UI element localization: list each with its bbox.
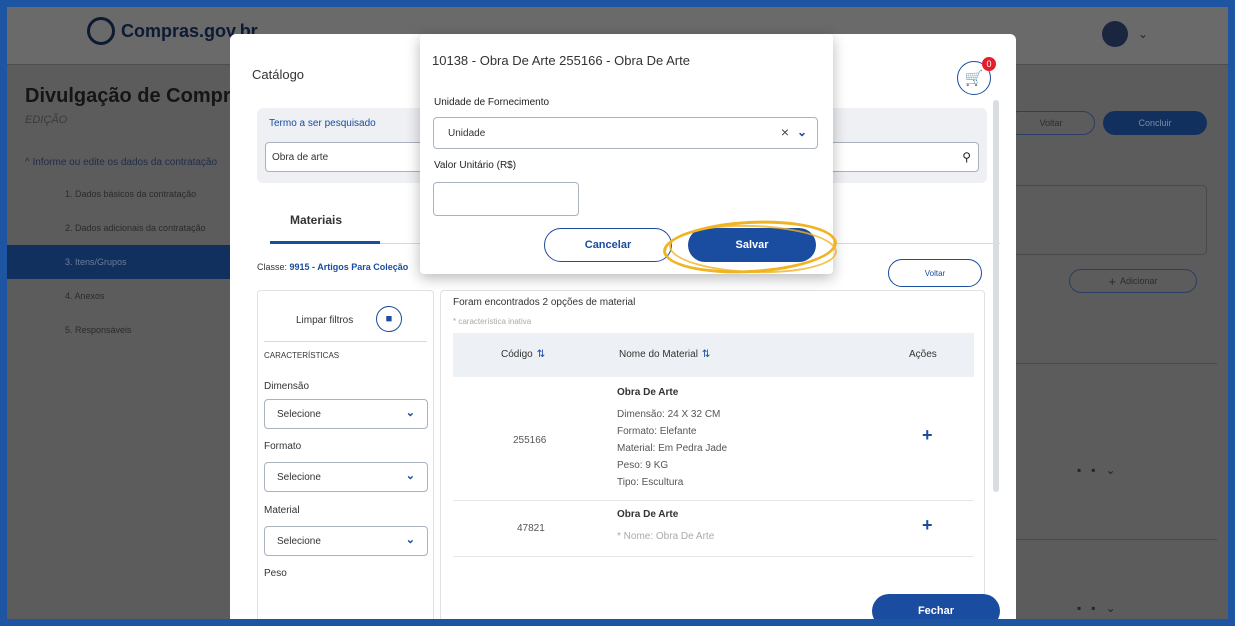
- modal-title: Catálogo: [252, 67, 305, 82]
- logo-icon: [87, 17, 115, 45]
- filter-label-dimensao: Dimensão: [264, 381, 310, 392]
- chevron-down-icon: ⌄: [405, 534, 415, 546]
- popover-title: 10138 - Obra De Arte 255166 - Obra De Ar…: [432, 53, 690, 68]
- bg-adicionar-button[interactable]: + Adicionar: [1069, 269, 1197, 293]
- clear-filters-label[interactable]: Limpar filtros: [296, 315, 353, 326]
- classe-prefix: Classe:: [257, 262, 288, 272]
- row-material: Obra De Arte Dimensão: 24 X 32 CM Format…: [617, 387, 727, 491]
- classe-info: Classe: 9915 - Artigos Para Coleção: [257, 262, 408, 272]
- column-header-nome[interactable]: Nome do Material ⇅: [619, 349, 710, 360]
- add-material-plus-icon[interactable]: +: [922, 425, 933, 446]
- nav-item-itens-grupos[interactable]: 3. Itens/Grupos: [7, 245, 230, 279]
- results-note: * característica inativa: [453, 317, 532, 326]
- bg-voltar-button[interactable]: Voltar: [1007, 111, 1095, 135]
- material-name: Obra De Arte: [617, 387, 679, 398]
- nav-item-dados-basicos[interactable]: 1. Dados básicos da contratação: [25, 177, 230, 211]
- column-header-codigo[interactable]: Código ⇅: [501, 349, 545, 360]
- classe-value[interactable]: 9915 - Artigos Para Coleção: [290, 262, 409, 272]
- user-menu[interactable]: ⌄: [1101, 21, 1148, 47]
- trash-icon[interactable]: ■: [376, 306, 402, 332]
- close-button[interactable]: Fechar: [872, 594, 1000, 619]
- material-detail: Peso: 9 KG: [617, 460, 669, 471]
- modal-scrollbar[interactable]: [993, 100, 999, 492]
- results-count: Foram encontrados 2 opções de material: [453, 297, 636, 308]
- page-title: Divulgação de Compra: [25, 85, 242, 107]
- unit-price-input[interactable]: [433, 182, 579, 216]
- chevron-down-icon: ⌄: [405, 470, 415, 482]
- table-header: Código ⇅ Nome do Material ⇅ Ações: [453, 333, 974, 377]
- divider: [1007, 539, 1217, 540]
- filter-select-value: Selecione: [277, 471, 321, 483]
- filter-label-material: Material: [264, 505, 300, 516]
- material-detail: Formato: Elefante: [617, 426, 697, 437]
- material-detail: Material: Em Pedra Jade: [617, 443, 728, 454]
- filter-select-dimensao[interactable]: Selecione ⌄: [264, 399, 428, 429]
- column-header-label: Código: [501, 349, 533, 360]
- tab-active-indicator: [270, 241, 380, 244]
- characteristics-header: CARACTERÍSTICAS: [264, 351, 340, 360]
- filter-select-formato[interactable]: Selecione ⌄: [264, 462, 428, 492]
- table-row: 255166 Obra De Arte Dimensão: 24 X 32 CM…: [453, 377, 974, 501]
- clear-icon[interactable]: ×: [781, 124, 789, 140]
- user-avatar-icon[interactable]: [1101, 21, 1128, 47]
- voltar-button[interactable]: Voltar: [888, 259, 982, 287]
- row-code: 255166: [513, 435, 547, 446]
- sidebar-nav: 1. Dados básicos da contratação 2. Dados…: [7, 177, 230, 347]
- bg-info-card: [1007, 185, 1207, 255]
- search-label: Termo a ser pesquisado: [269, 118, 376, 129]
- nav-item-anexos[interactable]: 4. Anexos: [25, 279, 230, 313]
- divider: [1007, 363, 1217, 364]
- cancel-button[interactable]: Cancelar: [544, 228, 672, 262]
- row-material: Obra De Arte * Nome: Obra De Arte: [617, 509, 714, 545]
- material-detail: * Nome: Obra De Arte: [617, 531, 715, 542]
- search-icon[interactable]: ⚲: [962, 150, 971, 164]
- filter-label-peso: Peso: [264, 568, 287, 579]
- chevron-down-icon[interactable]: ⌄: [797, 125, 807, 139]
- section-label: Informe ou edite os dados da contratação: [32, 157, 218, 168]
- bg-adicionar-label: Adicionar: [1120, 276, 1158, 286]
- material-detail: Dimensão: 24 X 32 CM: [617, 409, 721, 420]
- table-row: 47821 Obra De Arte * Nome: Obra De Arte …: [453, 501, 974, 557]
- material-name: Obra De Arte: [617, 509, 679, 520]
- nav-item-dados-adicionais[interactable]: 2. Dados adicionais da contratação: [25, 211, 230, 245]
- tab-materiais[interactable]: Materiais: [290, 213, 342, 227]
- sort-icon[interactable]: ⇅: [537, 349, 545, 360]
- chevron-down-icon: ⌄: [405, 407, 415, 419]
- unit-select-value: Unidade: [448, 127, 486, 139]
- section-toggle[interactable]: ^ Informe ou edite os dados da contrataç…: [25, 157, 217, 168]
- screenshot-frame: Compras.gov.br ⌄ Divulgação de Compra ED…: [0, 0, 1235, 626]
- filter-select-value: Selecione: [277, 408, 321, 420]
- filter-label-formato: Formato: [264, 441, 302, 452]
- plus-icon: +: [1108, 273, 1117, 289]
- bg-row-actions[interactable]: ▪▪⌄: [1077, 463, 1126, 477]
- price-label: Valor Unitário (R$): [434, 160, 517, 171]
- column-header-label: Nome do Material: [619, 349, 698, 360]
- unit-select[interactable]: Unidade × ⌄: [433, 117, 818, 149]
- filter-select-value: Selecione: [277, 535, 321, 547]
- chevron-down-icon[interactable]: ⌄: [1138, 27, 1148, 41]
- cart-count-badge: 0: [982, 57, 996, 71]
- divider: [264, 341, 427, 342]
- chevron-up-icon: ^: [25, 157, 30, 168]
- column-header-acoes: Ações: [909, 349, 937, 360]
- bg-concluir-button[interactable]: Concluir: [1103, 111, 1207, 135]
- bg-row-actions[interactable]: ▪▪⌄: [1077, 601, 1126, 615]
- filter-panel: Limpar filtros ■ CARACTERÍSTICAS Dimensã…: [257, 290, 434, 619]
- page-subtitle: EDIÇÃO: [25, 114, 68, 126]
- results-panel: Foram encontrados 2 opções de material *…: [440, 290, 985, 619]
- sort-icon[interactable]: ⇅: [702, 349, 710, 360]
- material-detail: Tipo: Escultura: [617, 477, 684, 488]
- unit-label: Unidade de Fornecimento: [434, 97, 550, 108]
- nav-item-responsaveis[interactable]: 5. Responsáveis: [25, 313, 230, 347]
- filter-select-material[interactable]: Selecione ⌄: [264, 526, 428, 556]
- row-code: 47821: [517, 523, 545, 534]
- add-material-plus-icon[interactable]: +: [922, 515, 933, 536]
